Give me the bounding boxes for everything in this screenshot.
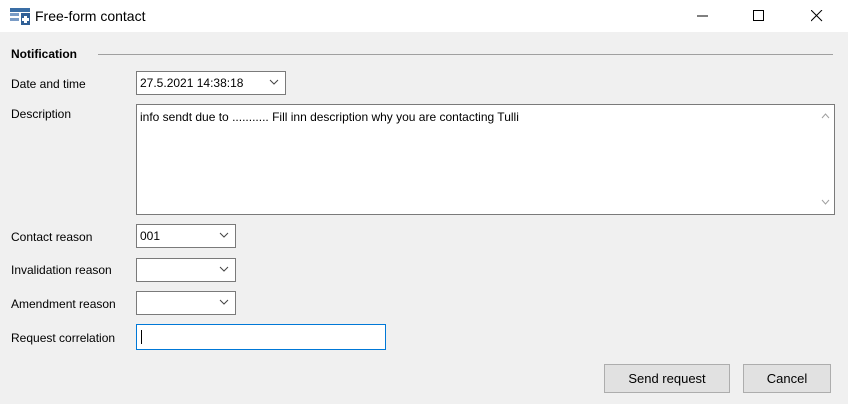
contact-reason-value: 001 <box>140 229 161 243</box>
title-bar: Free-form contact <box>0 0 848 32</box>
maximize-button[interactable] <box>736 0 782 32</box>
group-title: Notification <box>11 47 81 61</box>
date-time-picker[interactable]: 27.5.2021 14:38:18 <box>136 71 286 95</box>
request-correlation-label: Request correlation <box>11 331 116 345</box>
form-app-icon <box>10 7 30 25</box>
date-time-value: 27.5.2021 14:38:18 <box>140 76 244 90</box>
text-caret <box>141 330 142 344</box>
chevron-down-icon <box>219 266 229 272</box>
scroll-up-icon[interactable] <box>821 113 830 119</box>
description-text: info sendt due to ........... Fill inn d… <box>140 110 519 124</box>
contact-reason-label: Contact reason <box>11 230 93 244</box>
chevron-down-icon <box>219 299 229 305</box>
chevron-down-icon <box>219 232 229 238</box>
invalidation-reason-label: Invalidation reason <box>11 263 112 277</box>
minimize-button[interactable] <box>680 0 726 32</box>
send-request-button[interactable]: Send request <box>604 364 730 393</box>
description-textarea[interactable]: info sendt due to ........... Fill inn d… <box>136 104 835 215</box>
date-time-label: Date and time <box>11 77 86 91</box>
minimize-icon <box>697 15 708 17</box>
scroll-down-icon[interactable] <box>821 199 830 205</box>
amendment-reason-select[interactable] <box>136 291 236 315</box>
group-divider <box>98 54 833 55</box>
close-icon <box>811 10 823 22</box>
invalidation-reason-select[interactable] <box>136 258 236 282</box>
maximize-icon <box>753 10 764 21</box>
cancel-button[interactable]: Cancel <box>743 364 831 393</box>
amendment-reason-label: Amendment reason <box>11 297 116 311</box>
chevron-down-icon <box>269 79 279 85</box>
description-label: Description <box>11 107 72 121</box>
contact-reason-select[interactable]: 001 <box>136 224 236 248</box>
request-correlation-input[interactable] <box>136 324 386 350</box>
close-button[interactable] <box>794 0 840 32</box>
window-title: Free-form contact <box>35 8 146 24</box>
description-scrollbar[interactable] <box>817 105 834 214</box>
